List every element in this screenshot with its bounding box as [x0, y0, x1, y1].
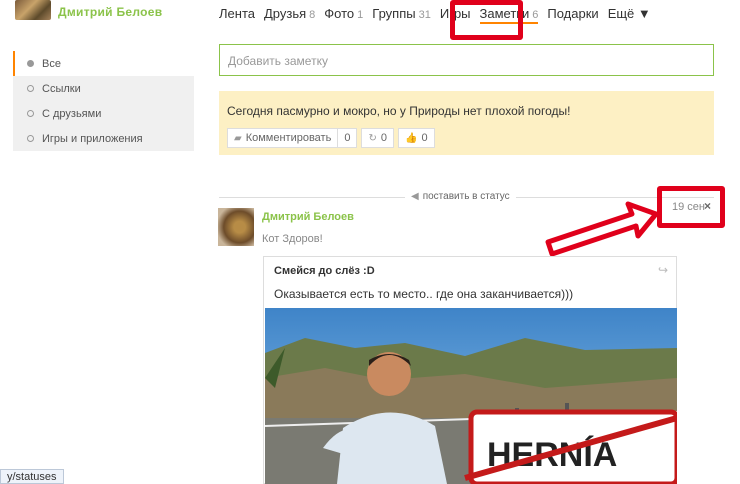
post-subtitle: Кот Здоров!: [262, 233, 323, 245]
post-author-avatar[interactable]: [218, 208, 254, 246]
status-card: Сегодня пасмурно и мокро, но у Природы н…: [219, 91, 714, 155]
nav-item-gifts[interactable]: Подарки: [547, 6, 598, 24]
shared-post-title[interactable]: Смейся до слёз :D: [264, 257, 676, 277]
post-author-name[interactable]: Дмитрий Белоев: [262, 211, 354, 223]
post-date: 19 сен: [672, 201, 705, 213]
radio-bullet-icon: [27, 135, 34, 142]
top-nav: Лента Друзья 8 Фото 1 Группы 31 Игры Заметк…: [219, 6, 660, 24]
sidebar-item-links[interactable]: Ссылки: [13, 76, 194, 101]
close-icon[interactable]: ×: [704, 199, 711, 213]
comment-icon: ▰: [234, 132, 242, 144]
shared-post-text: Оказывается есть то место.. где она зака…: [274, 287, 574, 301]
nav-item-groups[interactable]: Группы 31: [372, 6, 431, 24]
shared-post-photo[interactable]: HERNÍA: [265, 308, 677, 484]
annotation-arrow: [545, 201, 659, 257]
status-actions: ▰ Комментировать 0 ↻ 0 👍 0: [227, 128, 706, 148]
nav-item-feed[interactable]: Лента: [219, 6, 255, 24]
like-icon: 👍: [404, 132, 418, 144]
share-icon: ↻: [368, 132, 377, 144]
comment-count: 0: [337, 129, 356, 147]
nav-item-photo[interactable]: Фото 1: [324, 6, 363, 24]
nav-item-more[interactable]: Ещё ▼: [608, 6, 651, 24]
like-button[interactable]: 👍 0: [397, 128, 435, 148]
megaphone-icon: ◀: [411, 191, 419, 202]
profile-avatar[interactable]: [15, 0, 51, 20]
set-status-link[interactable]: ◀ поставить в статус: [405, 191, 516, 202]
photo-image: HERNÍA: [265, 308, 677, 484]
notes-highlight-annotation: [450, 0, 523, 40]
radio-bullet-icon: [27, 85, 34, 92]
browser-status-bar: y/statuses: [0, 469, 64, 484]
reshare-icon[interactable]: ↪: [658, 263, 668, 277]
shared-post: Смейся до слёз :D ↪ Оказывается есть то …: [263, 256, 677, 484]
radio-bullet-icon: [27, 110, 34, 117]
sidebar-item-games-apps[interactable]: Игры и приложения: [13, 126, 194, 151]
sidebar-item-with-friends[interactable]: С друзьями: [13, 101, 194, 126]
nav-item-friends[interactable]: Друзья 8: [264, 6, 315, 24]
profile-username[interactable]: Дмитрий Белоев: [58, 5, 162, 19]
radio-bullet-icon: [27, 60, 34, 67]
status-text: Сегодня пасмурно и мокро, но у Природы н…: [227, 104, 571, 118]
add-note-input[interactable]: Добавить заметку: [219, 44, 714, 76]
share-button[interactable]: ↻ 0: [361, 128, 394, 148]
sidebar-item-all[interactable]: Все: [13, 51, 194, 76]
comment-button[interactable]: ▰ Комментировать 0: [227, 128, 358, 148]
sidebar: Все Ссылки С друзьями Игры и приложения: [13, 51, 194, 151]
